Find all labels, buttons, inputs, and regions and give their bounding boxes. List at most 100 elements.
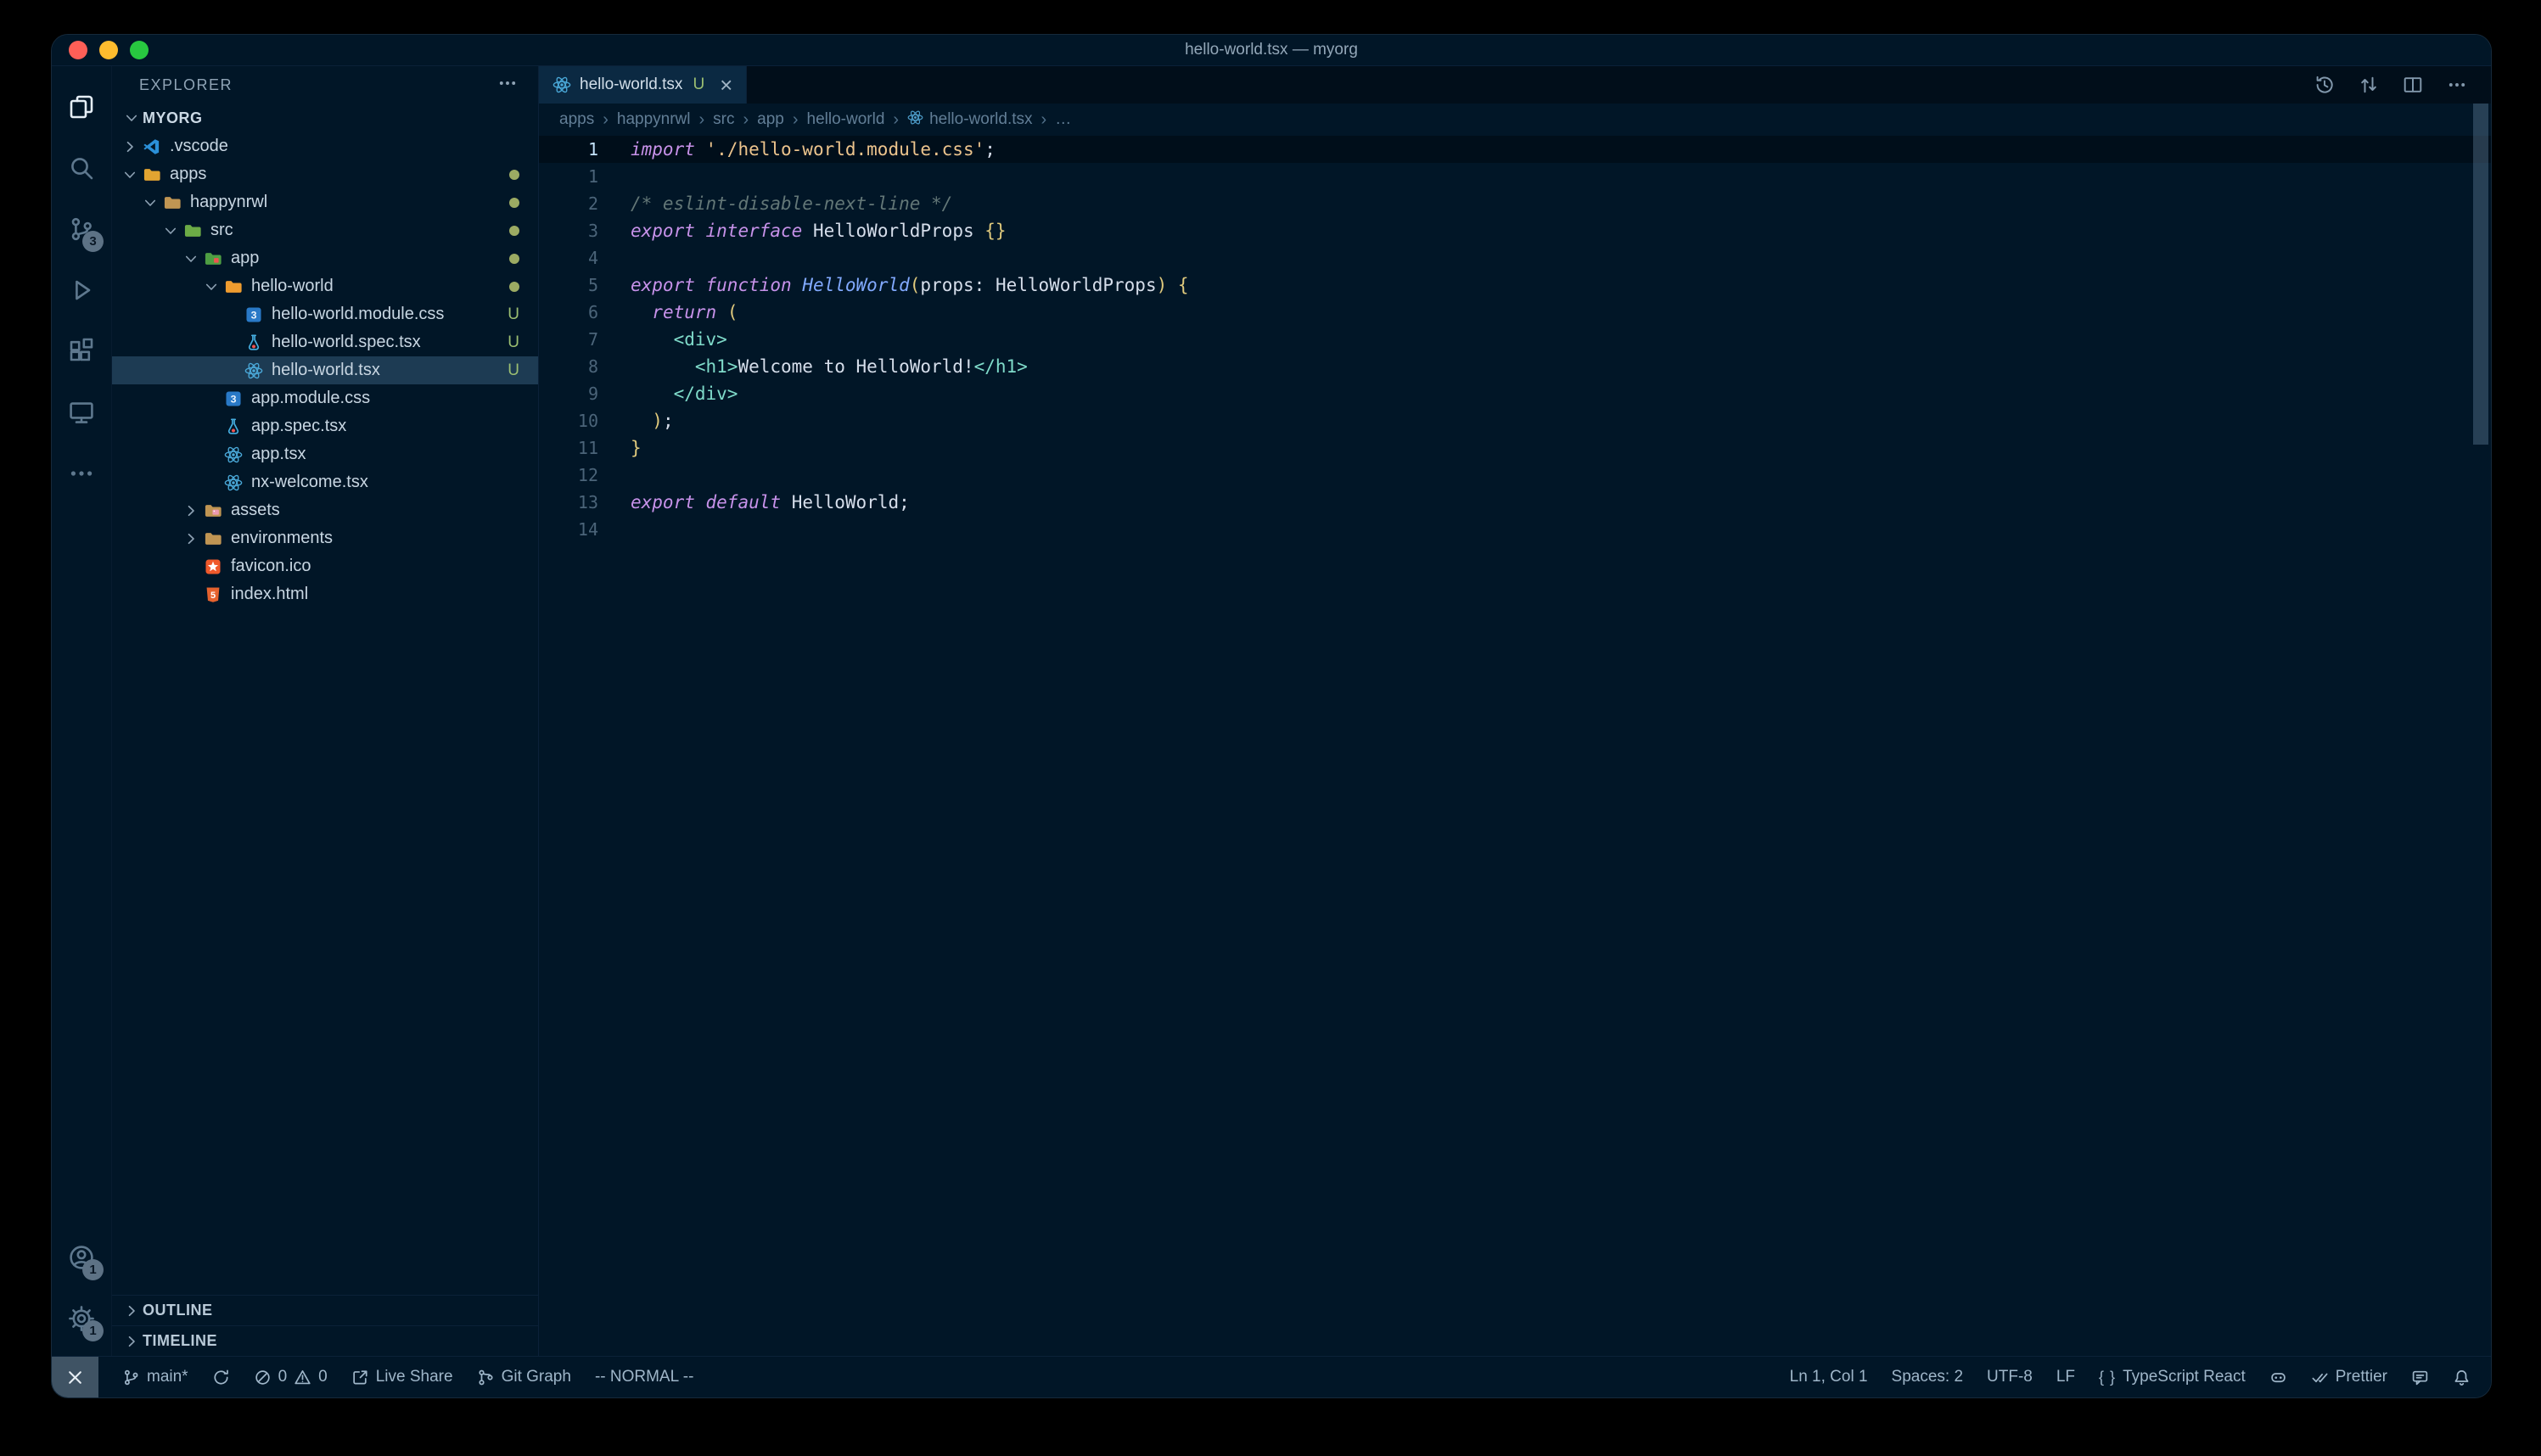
chevron-right-icon[interactable]: [182, 502, 199, 519]
activity-item-remote-explorer[interactable]: [52, 382, 111, 443]
activity-item-run-debug[interactable]: [52, 260, 111, 321]
activity-item-accounts[interactable]: 1: [52, 1227, 111, 1288]
status-cursor-position[interactable]: Ln 1, Col 1: [1790, 1357, 1868, 1397]
tree-twistie[interactable]: [180, 248, 202, 270]
status-problems-label: 0: [318, 1368, 328, 1386]
status-vim-mode[interactable]: -- NORMAL --: [595, 1357, 693, 1397]
section-twistie[interactable]: [121, 1300, 143, 1322]
status-eol[interactable]: LF: [2056, 1357, 2075, 1397]
close-window-button[interactable]: [69, 41, 87, 59]
breadcrumb-label: src: [713, 110, 734, 129]
status-encoding[interactable]: UTF-8: [1987, 1357, 2033, 1397]
chevron-down-icon[interactable]: [123, 109, 140, 126]
activity-item-extensions[interactable]: [52, 321, 111, 382]
section-outline[interactable]: OUTLINE: [112, 1295, 538, 1325]
status-prettier[interactable]: Prettier: [2311, 1357, 2387, 1397]
breadcrumb-src[interactable]: src: [713, 110, 734, 129]
status-remote[interactable]: [52, 1357, 98, 1397]
tree-item-app-tsx[interactable]: app.tsx: [112, 440, 538, 468]
chevron-right-icon[interactable]: [123, 1302, 140, 1319]
status-git-graph[interactable]: Git Graph: [477, 1357, 571, 1397]
minimize-window-button[interactable]: [99, 41, 118, 59]
chevron-down-icon[interactable]: [142, 194, 159, 211]
status-problems[interactable]: 00: [254, 1357, 328, 1397]
status-sync[interactable]: [212, 1357, 230, 1397]
code-line: 8 <h1>Welcome to HelloWorld!</h1>: [539, 353, 2491, 380]
tree-item-nx-welcome-tsx[interactable]: nx-welcome.tsx: [112, 468, 538, 496]
status-notifications[interactable]: [2453, 1357, 2471, 1397]
breadcrumb-app[interactable]: app: [757, 110, 784, 129]
tree-twistie[interactable]: [139, 192, 161, 214]
zoom-window-button[interactable]: [130, 41, 149, 59]
activity-item-explorer[interactable]: [52, 76, 111, 137]
breadcrumb-apps[interactable]: apps: [559, 110, 594, 129]
more-icon[interactable]: [497, 73, 518, 93]
tree-item-hello-world[interactable]: hello-world: [112, 272, 538, 300]
tree-twistie[interactable]: [180, 500, 202, 522]
explorer-more-actions-icon[interactable]: [497, 73, 518, 98]
tab-close-icon[interactable]: ×: [720, 74, 732, 96]
chevron-right-icon[interactable]: [121, 138, 138, 155]
tree-item-app-module-css[interactable]: 3app.module.css: [112, 384, 538, 412]
tree-item-hello-world-module-css[interactable]: 3hello-world.module.cssU: [112, 300, 538, 328]
tree-item-favicon-ico[interactable]: favicon.ico: [112, 552, 538, 580]
breadcrumb-hello-world-tsx[interactable]: hello-world.tsx: [907, 109, 1032, 131]
tab-hello-world-tsx[interactable]: hello-world.tsx U ×: [539, 66, 747, 104]
chevron-down-icon[interactable]: [182, 250, 199, 267]
status-live-share[interactable]: Live Share: [351, 1357, 453, 1397]
tree-item-src[interactable]: src: [112, 216, 538, 244]
activity-item-search[interactable]: [52, 137, 111, 199]
status-prettier-label: Prettier: [2336, 1368, 2387, 1386]
code-area[interactable]: 1import './hello-world.module.css';12/* …: [539, 136, 2491, 1356]
status-language-mode[interactable]: { }TypeScript React: [2099, 1357, 2246, 1397]
tree-item-hello-world-spec-tsx[interactable]: hello-world.spec.tsxU: [112, 328, 538, 356]
tree-item--vscode[interactable]: .vscode: [112, 132, 538, 160]
workspace-root-row[interactable]: MYORG: [112, 104, 538, 132]
chevron-right-icon[interactable]: [182, 530, 199, 547]
folder-app-icon: [204, 249, 222, 268]
status-indentation[interactable]: Spaces: 2: [1892, 1357, 1964, 1397]
tree-twistie[interactable]: [160, 220, 182, 242]
file-icon-slot: [222, 444, 244, 466]
tree-item-app-spec-tsx[interactable]: app.spec.tsx: [112, 412, 538, 440]
breadcrumb-hello-world[interactable]: hello-world: [807, 110, 885, 129]
split-editor-icon[interactable]: [2403, 75, 2423, 95]
section-twistie[interactable]: [121, 1330, 143, 1352]
tree-item-happynrwl[interactable]: happynrwl: [112, 188, 538, 216]
tree-item-hello-world-tsx[interactable]: hello-world.tsxU: [112, 356, 538, 384]
activity-item-more-views[interactable]: [52, 443, 111, 504]
tree-item-index-html[interactable]: 5index.html: [112, 580, 538, 608]
chevron-down-icon[interactable]: [203, 278, 220, 295]
line-number: 6: [539, 299, 631, 326]
editor-scrollbar[interactable]: [2473, 104, 2488, 445]
tree-item-apps[interactable]: apps: [112, 160, 538, 188]
section-timeline[interactable]: TIMELINE: [112, 1325, 538, 1356]
tree-twistie[interactable]: [119, 136, 141, 158]
status-feedback[interactable]: [2411, 1357, 2429, 1397]
tree-item-app[interactable]: app: [112, 244, 538, 272]
code-line: 3export interface HelloWorldProps {}: [539, 217, 2491, 244]
compare-changes-icon[interactable]: [2359, 75, 2379, 95]
history-icon[interactable]: [2314, 75, 2335, 95]
chevron-right-icon[interactable]: [123, 1333, 140, 1350]
breadcrumb-happynrwl[interactable]: happynrwl: [617, 110, 691, 129]
tree-item-assets[interactable]: assets: [112, 496, 538, 524]
tree-item-label: app.spec.tsx: [251, 417, 519, 436]
tree-twistie[interactable]: [119, 164, 141, 186]
activity-item-settings[interactable]: 1: [52, 1288, 111, 1349]
tree-twistie[interactable]: [180, 528, 202, 550]
activity-item-source-control[interactable]: 3: [52, 199, 111, 260]
breadcrumb--[interactable]: …: [1055, 110, 1071, 129]
code-text: export interface HelloWorldProps {}: [631, 217, 1007, 244]
tree-item-environments[interactable]: environments: [112, 524, 538, 552]
status-copilot[interactable]: [2269, 1357, 2287, 1397]
chevron-down-icon[interactable]: [162, 222, 179, 239]
status-branch[interactable]: main*: [122, 1357, 188, 1397]
react-icon: [224, 445, 243, 464]
tree-twistie[interactable]: [200, 276, 222, 298]
chevron-down-icon[interactable]: [121, 166, 138, 183]
line-number: 8: [539, 353, 631, 380]
code-line: 6 return (: [539, 299, 2491, 326]
tree-item-label: app: [231, 249, 509, 268]
more-actions-icon[interactable]: [2447, 75, 2467, 95]
